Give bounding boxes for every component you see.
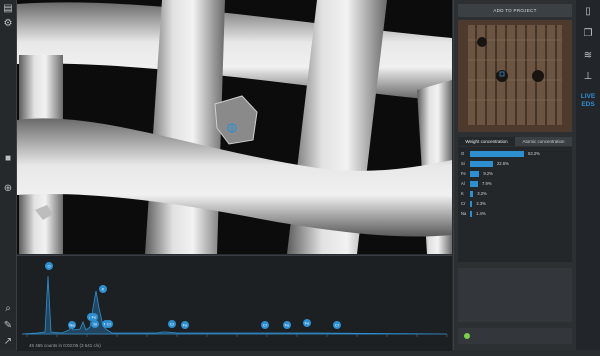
zoom-icon[interactable]: ⌕: [2, 303, 14, 315]
left-toolbar: ▤ ⚙ ■ ⊕ ⌕ ✎ ↗: [0, 0, 17, 350]
mode-icon-bar: ▯ ❐ ≋ ⊥ LIVE EDS: [576, 0, 600, 350]
concentration-value: 3.2%: [477, 191, 487, 196]
peak-label-fe[interactable]: Fe: [283, 321, 291, 329]
crosshair-icon[interactable]: ⊕: [2, 183, 14, 195]
svg-text:O: O: [47, 264, 50, 269]
svg-text:K: K: [102, 287, 105, 292]
element-row-o[interactable]: O 53.2%: [458, 150, 572, 158]
element-row-al[interactable]: Al 7.9%: [458, 180, 572, 188]
detector-icon[interactable]: ⊥: [582, 71, 594, 83]
svg-text:Cr: Cr: [335, 323, 340, 328]
concentration-value: 22.6%: [496, 161, 509, 166]
concentration-bar: [470, 201, 473, 207]
svg-text:Fe: Fe: [92, 315, 97, 320]
expand-arrow-icon[interactable]: ↗: [2, 336, 14, 348]
concentration-value: 7.9%: [482, 181, 492, 186]
element-row-cr[interactable]: Cr 2.3%: [458, 200, 572, 208]
tab-atomic-concentration[interactable]: Atomic concentration: [515, 137, 572, 146]
element-symbol: O: [461, 151, 465, 156]
svg-text:Cr: Cr: [107, 322, 112, 327]
pointer-tool-icon[interactable]: ✎: [2, 320, 14, 332]
status-indicator-dot: [464, 333, 470, 339]
settings-gear-icon[interactable]: ⚙: [2, 18, 14, 30]
svg-text:Si: Si: [93, 322, 97, 327]
eds-spectrum-panel[interactable]: ONaAlSiFeKCrFeCrFeFeCrFeCr 45 465 counts…: [17, 255, 452, 351]
peak-label-cr[interactable]: Cr: [333, 321, 341, 329]
element-row-k[interactable]: K 3.2%: [458, 190, 572, 198]
element-row-na[interactable]: Na 1.4%: [458, 210, 572, 218]
concentration-value: 9.2%: [483, 171, 493, 176]
element-row-fe[interactable]: Fe 9.2%: [458, 170, 572, 178]
results-area: [458, 268, 572, 322]
live-label: LIVE: [580, 93, 596, 100]
tab-weight-concentration[interactable]: Weight concentration: [458, 137, 515, 146]
element-symbol: Si: [461, 161, 465, 166]
status-bar: [458, 328, 572, 344]
concentration-value: 2.3%: [476, 201, 486, 206]
svg-text:Cr: Cr: [170, 322, 175, 327]
gallery-icon[interactable]: ❐: [582, 28, 594, 40]
peak-label-na[interactable]: Na: [68, 321, 76, 329]
peak-label-cr[interactable]: Cr: [261, 321, 269, 329]
concentration-bar: [470, 211, 472, 217]
element-symbol: Na: [461, 211, 467, 216]
peak-label-cr[interactable]: Cr: [168, 320, 176, 328]
element-symbol: K: [461, 191, 464, 196]
peak-label-fe[interactable]: Fe: [90, 313, 98, 321]
svg-text:Fe: Fe: [285, 323, 290, 328]
peak-label-k[interactable]: K: [99, 285, 107, 293]
concentration-value: 1.4%: [476, 211, 486, 216]
svg-text:Cr: Cr: [263, 323, 268, 328]
peak-label-cr[interactable]: Cr: [105, 320, 113, 328]
files-icon[interactable]: ▤: [2, 3, 14, 15]
layers-icon[interactable]: ≋: [582, 50, 594, 62]
concentration-value: 53.2%: [528, 151, 540, 156]
concentration-bar: [470, 161, 493, 167]
sem-image-view[interactable]: [17, 0, 452, 254]
analysis-panel: ADD TO PROJECT Weight concentration Atom…: [453, 0, 576, 350]
svg-text:Fe: Fe: [183, 323, 188, 328]
spectrum-plot: ONaAlSiFeKCrFeCrFeFeCrFeCr: [21, 262, 448, 337]
concentration-bar: [470, 191, 474, 197]
element-symbol: Cr: [461, 201, 466, 206]
svg-text:Na: Na: [69, 323, 75, 328]
element-symbol: Al: [461, 181, 465, 186]
element-row-si[interactable]: Si 22.6%: [458, 160, 572, 168]
concentration-tabs: Weight concentration Atomic concentratio…: [458, 137, 572, 146]
peak-label-fe[interactable]: Fe: [181, 321, 189, 329]
peak-label-fe[interactable]: Fe: [303, 319, 311, 327]
concentration-list: O 53.2% Si 22.6% Fe 9.2% Al 7.9% K 3.2% Cr 2.3% Na 1.…: [458, 147, 572, 262]
peak-label-o[interactable]: O: [45, 262, 53, 270]
eds-label: EDS: [581, 101, 595, 108]
document-icon[interactable]: ▯: [582, 6, 594, 18]
concentration-bar: [470, 181, 479, 187]
peak-label-si[interactable]: Si: [91, 320, 99, 328]
concentration-bar: [470, 151, 524, 157]
navigation-camera-view[interactable]: [458, 20, 572, 132]
svg-text:Fe: Fe: [305, 321, 310, 326]
add-to-project-button[interactable]: ADD TO PROJECT: [458, 4, 572, 17]
stop-square-icon[interactable]: ■: [2, 153, 14, 165]
sem-image: [17, 0, 452, 254]
live-eds-mode[interactable]: LIVE EDS: [577, 93, 599, 109]
concentration-bar: [470, 171, 480, 177]
element-symbol: Fe: [461, 171, 466, 176]
navcam-image: [458, 20, 572, 132]
spectrum-status-text: 45 465 counts in 0:02:05 (3 641 c/s): [29, 343, 101, 348]
